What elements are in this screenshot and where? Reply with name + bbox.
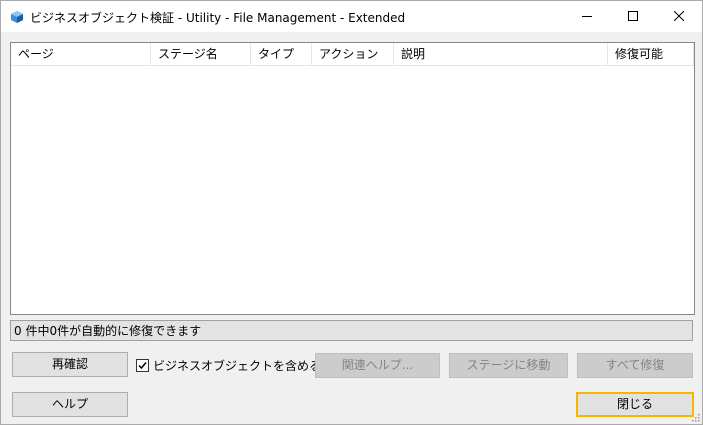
window-title: ビジネスオブジェクト検証 - Utility - File Management… — [30, 11, 406, 25]
checkbox-box[interactable] — [136, 359, 149, 372]
column-header-description[interactable]: 説明 — [394, 43, 608, 65]
maximize-icon — [628, 11, 638, 21]
title-bar[interactable]: ビジネスオブジェクト検証 - Utility - File Management… — [1, 1, 702, 32]
help-button[interactable]: ヘルプ — [12, 392, 128, 417]
close-window-button[interactable] — [656, 1, 702, 32]
column-header-repairable[interactable]: 修復可能 — [608, 43, 694, 65]
recheck-button[interactable]: 再確認 — [12, 352, 128, 377]
related-help-button[interactable]: 関連ヘルプ... — [315, 353, 440, 378]
validation-results-list[interactable]: ページ ステージ名 タイプ アクション 説明 修復可能 — [10, 42, 695, 315]
include-business-objects-label: ビジネスオブジェクトを含める — [153, 359, 322, 373]
minimize-icon — [582, 16, 592, 17]
list-header: ページ ステージ名 タイプ アクション 説明 修復可能 — [11, 43, 694, 66]
column-header-stage-name[interactable]: ステージ名 — [151, 43, 251, 65]
column-header-page[interactable]: ページ — [11, 43, 151, 65]
go-to-stage-button[interactable]: ステージに移動 — [449, 353, 568, 378]
checkmark-icon — [138, 362, 147, 370]
fix-all-button[interactable]: すべて修復 — [577, 353, 693, 378]
status-bar: 0 件中0件が自動的に修復できます — [10, 320, 693, 341]
validation-dialog: ビジネスオブジェクト検証 - Utility - File Management… — [0, 0, 703, 425]
close-button[interactable]: 閉じる — [576, 392, 694, 417]
resize-grip-icon[interactable] — [690, 412, 700, 422]
minimize-button[interactable] — [564, 1, 610, 32]
column-header-type[interactable]: タイプ — [251, 43, 312, 65]
maximize-button[interactable] — [610, 1, 656, 32]
close-icon — [673, 10, 685, 22]
blueprism-object-icon — [10, 10, 24, 24]
column-header-action[interactable]: アクション — [312, 43, 394, 65]
